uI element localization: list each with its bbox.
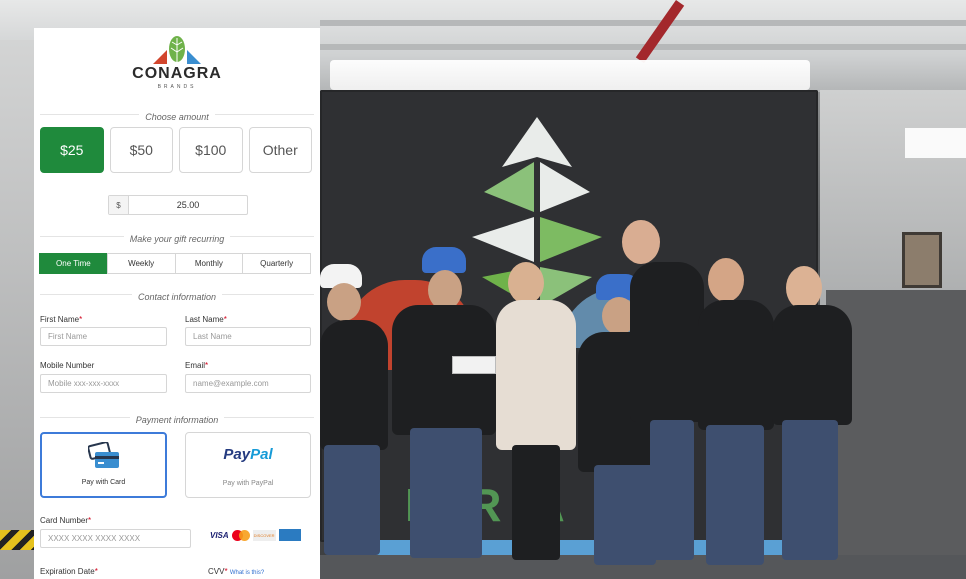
custom-amount-input[interactable]: 25.00 — [129, 196, 247, 214]
brand-name: CONAGRA — [132, 65, 222, 82]
amount-option-other[interactable]: Other — [248, 127, 312, 173]
card-number-input[interactable]: XXXX XXXX XXXX XXXX — [40, 529, 191, 548]
credit-card-icon — [88, 442, 119, 468]
donation-form-panel: CONAGRA BRANDS Choose amount $25 $50 $10… — [34, 28, 320, 579]
expiration-date-label: Expiration Date* — [40, 567, 98, 576]
frequency-one-time[interactable]: One Time — [39, 253, 108, 274]
cvv-help-link[interactable]: What is this? — [230, 570, 264, 576]
pay-with-card-label: Pay with Card — [81, 479, 126, 486]
discover-icon: DISCOVER — [252, 529, 276, 541]
frequency-quarterly[interactable]: Quarterly — [242, 253, 311, 274]
mastercard-icon — [231, 529, 250, 541]
choose-amount-title: Choose amount — [40, 107, 314, 122]
safety-stripe — [0, 530, 34, 550]
leaf-logo-icon — [153, 36, 201, 64]
left-wall — [0, 40, 34, 579]
amount-option-50[interactable]: $50 — [109, 127, 173, 173]
contact-info-title: Contact information — [40, 287, 314, 302]
visa-icon: VISA — [210, 530, 229, 540]
email-input[interactable]: name@example.com — [185, 374, 311, 393]
donation-check — [452, 356, 496, 374]
currency-symbol: $ — [109, 196, 129, 214]
ceiling-light — [330, 60, 810, 90]
paypal-logo: PayPal — [223, 446, 273, 463]
amount-option-25[interactable]: $25 — [40, 127, 104, 173]
frequency-weekly[interactable]: Weekly — [106, 253, 176, 274]
email-label: Email* — [185, 361, 209, 370]
first-name-label: First Name* — [40, 315, 83, 324]
wall-picture — [902, 232, 942, 288]
mobile-number-input[interactable]: Mobile xxx-xxx-xxxx — [40, 374, 167, 393]
cvv-label: CVV* What is this? — [208, 567, 265, 576]
amount-options: $25 $50 $100 Other — [40, 127, 312, 173]
amount-option-100[interactable]: $100 — [179, 127, 243, 173]
brand-logo: CONAGRA BRANDS — [34, 36, 320, 96]
frequency-monthly[interactable]: Monthly — [174, 253, 244, 274]
frequency-options: One Time Weekly Monthly Quarterly — [39, 253, 311, 274]
mobile-number-label: Mobile Number — [40, 361, 95, 370]
recurring-title: Make your gift recurring — [40, 229, 314, 244]
amex-icon — [278, 529, 301, 541]
first-name-input[interactable]: First Name — [40, 327, 167, 346]
custom-amount-field[interactable]: $ 25.00 — [108, 195, 248, 215]
accepted-cards: VISA DISCOVER — [210, 528, 310, 542]
last-name-label: Last Name* — [185, 315, 227, 324]
brand-sub: BRANDS — [157, 84, 197, 90]
last-name-input[interactable]: Last Name — [185, 327, 311, 346]
pay-with-paypal-option[interactable]: PayPal Pay with PayPal — [185, 432, 311, 498]
window-light — [905, 128, 966, 158]
payment-info-title: Payment information — [40, 410, 314, 425]
ceiling-beam — [320, 20, 966, 26]
pay-with-card-option[interactable]: Pay with Card — [40, 432, 167, 498]
card-number-label: Card Number* — [40, 516, 92, 525]
pay-with-paypal-label: Pay with PayPal — [222, 480, 274, 487]
